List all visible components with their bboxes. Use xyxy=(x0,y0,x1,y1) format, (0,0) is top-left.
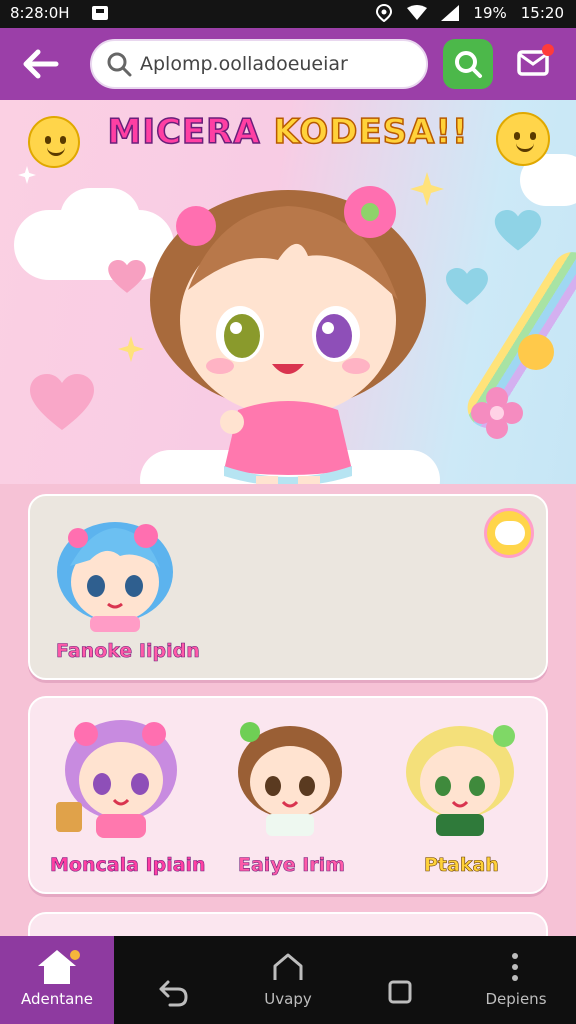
cloud-decoration xyxy=(60,188,140,248)
character-card[interactable]: Ptakah xyxy=(380,708,540,884)
notification-icon xyxy=(91,6,108,20)
arch-icon xyxy=(273,953,303,980)
cat-emoji-icon xyxy=(496,112,550,166)
notification-badge xyxy=(542,44,554,56)
status-time-left: 8:28:0H xyxy=(10,4,70,22)
character-name: Moncala Ipiain xyxy=(50,854,206,877)
nav-back[interactable] xyxy=(134,936,214,1024)
featured-character-card[interactable]: Fanoke Iipidn xyxy=(28,494,548,680)
nav-label: Uvapy xyxy=(264,990,312,1008)
nav-label: Adentane xyxy=(20,990,94,1008)
character-name: Ptakah xyxy=(424,854,499,877)
nav-uvapy[interactable]: Uvapy xyxy=(238,936,338,1024)
heart-icon xyxy=(108,260,146,293)
nav-label: Depiens xyxy=(485,990,547,1008)
location-icon xyxy=(376,4,393,22)
heart-icon xyxy=(494,210,542,251)
search-input[interactable] xyxy=(140,53,400,75)
flower-icon xyxy=(471,387,523,439)
back-icon xyxy=(159,980,188,1007)
heart-icon xyxy=(446,268,488,305)
bottom-navigation: Adentane Uvapy Depiens xyxy=(0,936,576,1024)
search-icon xyxy=(455,51,482,78)
character-name: Eaiye Irim xyxy=(238,854,346,877)
arrow-left-icon xyxy=(23,49,59,79)
character-row-card[interactable] xyxy=(28,912,548,936)
bear-emoji-icon xyxy=(28,116,80,168)
status-time-right: 15:20 xyxy=(520,4,564,22)
notification-badge xyxy=(70,950,80,960)
inbox-button[interactable] xyxy=(516,44,556,82)
character-avatar xyxy=(56,720,177,838)
wifi-icon xyxy=(407,5,428,20)
star-wand-icon xyxy=(518,334,554,370)
character-card[interactable]: Moncala Ipiain xyxy=(40,708,210,884)
character-list: Fanoke Iipidn Moncala Ipiain Eaiye Irim … xyxy=(0,484,576,936)
signal-icon xyxy=(441,5,460,21)
battery-level: 19% xyxy=(473,4,507,22)
smile-badge-icon[interactable] xyxy=(484,508,534,558)
more-vertical-icon xyxy=(512,953,518,981)
hero-title: MICERA KODESA!! xyxy=(107,111,469,153)
search-bar[interactable] xyxy=(90,39,428,89)
app-bar xyxy=(0,28,576,100)
character-avatar xyxy=(57,522,173,632)
search-button[interactable] xyxy=(443,39,493,89)
square-icon xyxy=(388,980,412,1004)
character-avatar xyxy=(406,725,515,836)
nav-home[interactable]: Adentane xyxy=(0,936,114,1024)
featured-character-name: Fanoke Iipidn xyxy=(56,640,200,663)
sparkle-icon xyxy=(118,336,144,362)
character-avatar xyxy=(238,722,342,836)
hero-banner[interactable]: MICERA KODESA!! xyxy=(0,100,576,484)
search-icon xyxy=(107,52,132,77)
character-card[interactable]: Eaiye Irim xyxy=(220,708,370,884)
status-bar: 8:28:0H 19% 15:20 xyxy=(0,0,576,28)
back-button[interactable] xyxy=(18,44,62,84)
sparkle-icon xyxy=(18,166,36,184)
nav-recents[interactable] xyxy=(368,936,432,1024)
nav-more[interactable]: Depiens xyxy=(466,936,566,1024)
character-row-card: Moncala Ipiain Eaiye Irim Ptakah xyxy=(28,696,548,894)
heart-icon xyxy=(30,374,94,430)
hero-character-illustration xyxy=(150,186,426,484)
